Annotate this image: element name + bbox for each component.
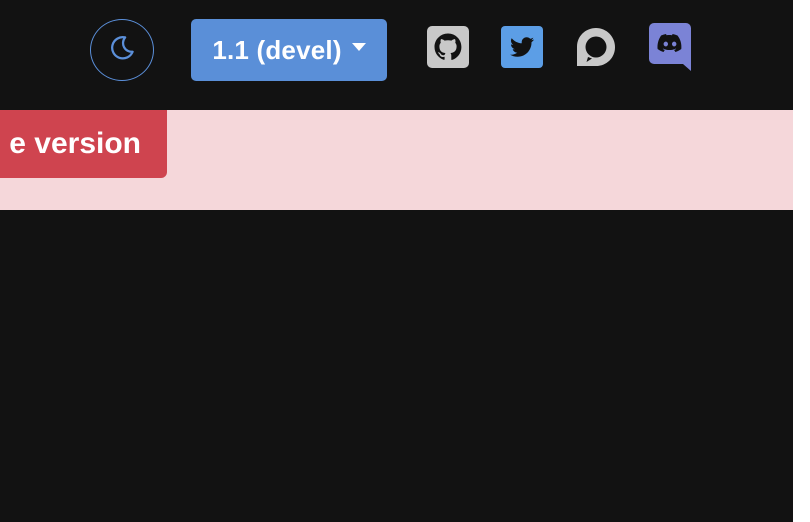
github-icon — [427, 25, 469, 73]
twitter-link[interactable] — [501, 25, 543, 73]
latest-version-label: e version — [9, 127, 141, 160]
navbar: 1.1 (devel) — [0, 0, 793, 110]
version-dropdown-button[interactable]: 1.1 (devel) — [191, 19, 387, 81]
discord-link[interactable] — [649, 22, 691, 76]
discourse-link[interactable] — [575, 26, 617, 73]
version-label: 1.1 (devel) — [212, 34, 342, 65]
discord-icon — [649, 22, 691, 76]
caret-down-icon — [351, 43, 366, 51]
moon-icon — [107, 33, 137, 68]
twitter-icon — [501, 25, 543, 73]
latest-version-button[interactable]: e version — [0, 110, 167, 178]
page: 1.1 (devel) e version — [0, 0, 810, 522]
theme-toggle-button[interactable] — [90, 19, 154, 81]
main-content — [0, 210, 793, 522]
discourse-icon — [575, 26, 617, 73]
window-edge — [793, 0, 810, 522]
github-link[interactable] — [427, 25, 469, 73]
outdated-version-banner: e version — [0, 110, 793, 210]
